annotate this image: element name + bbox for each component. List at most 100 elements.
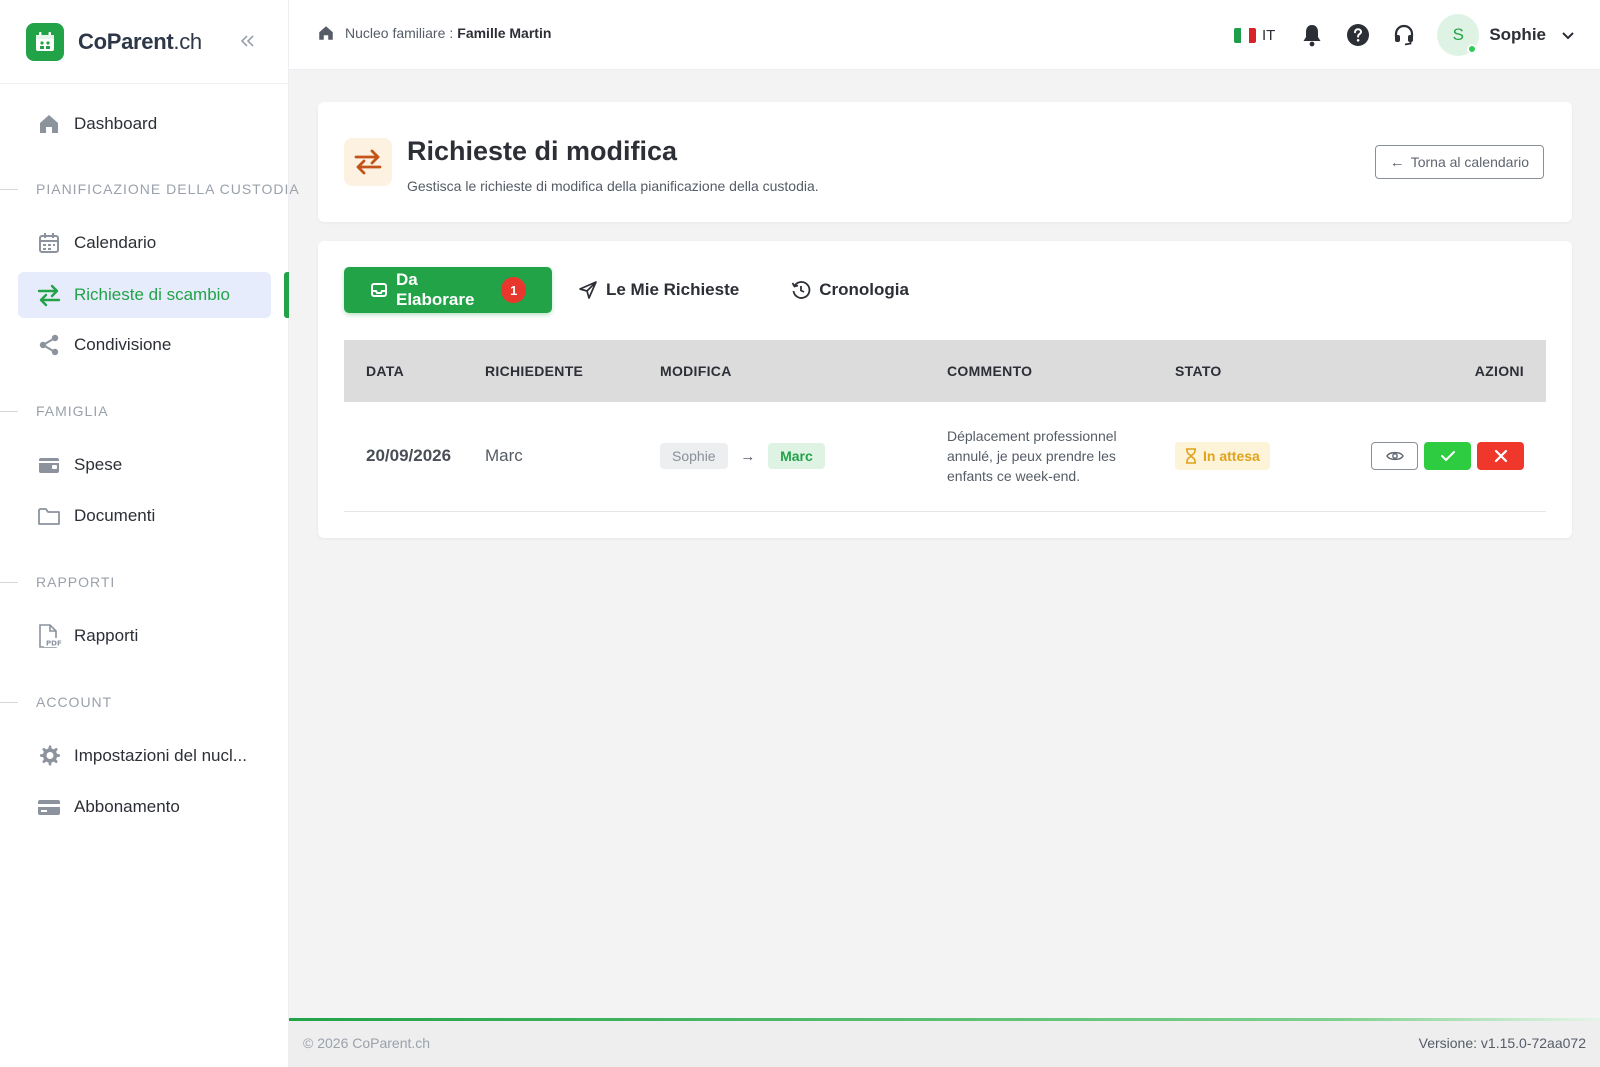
sidebar-item-label: Rapporti	[74, 626, 139, 645]
col-commento[interactable]: COMMENTO	[947, 340, 1175, 402]
section-title-custody: PIANIFICAZIONE DELLA CUSTODIA	[36, 181, 300, 197]
tab-le-mie-richieste[interactable]: Le Mie Richieste	[552, 267, 765, 313]
col-richiedente[interactable]: RICHIEDENTE	[485, 340, 660, 402]
breadcrumb-family: Famille Martin	[457, 25, 552, 41]
active-indicator	[284, 272, 289, 318]
page-title: Richieste di modifica	[407, 136, 678, 166]
breadcrumb: Nucleo familiare : Famille Martin	[317, 24, 551, 42]
paper-plane-icon	[578, 280, 598, 300]
status-label: In attesa	[1203, 448, 1260, 465]
page-header-card: Richieste di modifica Gestisca le richie…	[318, 102, 1572, 222]
svg-text:PDF: PDF	[46, 640, 62, 648]
language-selector[interactable]: IT	[1233, 26, 1276, 44]
chevron-down-icon[interactable]	[1560, 27, 1576, 43]
to-parent-chip: Marc	[768, 443, 825, 470]
pdf-file-icon: PDF	[36, 623, 62, 649]
online-status-dot	[1467, 44, 1478, 54]
sidebar-item-rapporti[interactable]: PDF Rapporti	[18, 613, 271, 659]
gear-icon	[36, 743, 62, 769]
inbox-icon	[370, 281, 388, 299]
view-button[interactable]	[1371, 442, 1418, 471]
bell-icon[interactable]	[1299, 22, 1325, 48]
col-stato[interactable]: STATO	[1175, 340, 1347, 402]
sidebar-item-dashboard[interactable]: Dashboard	[18, 101, 271, 147]
back-to-calendar-button[interactable]: ← Torna al calendario	[1374, 145, 1544, 179]
avatar[interactable]: S	[1437, 14, 1480, 56]
check-icon	[1440, 449, 1456, 463]
swap-arrows-icon	[36, 282, 62, 308]
approve-button[interactable]	[1424, 442, 1471, 471]
credit-card-icon	[36, 794, 62, 820]
request-date: 20/09/2026	[366, 446, 452, 466]
sidebar-item-documenti[interactable]: Documenti	[18, 493, 271, 539]
arrow-left-icon: ←	[1389, 153, 1405, 171]
sidebar-item-abbonamento[interactable]: Abbonamento	[18, 784, 271, 830]
italy-flag-icon	[1233, 27, 1256, 43]
tab-cronologia[interactable]: Cronologia	[765, 267, 935, 313]
section-divider	[0, 189, 18, 190]
arrow-right-icon: →	[740, 448, 756, 466]
tabs: Da Elaborare 1 Le Mie Richieste Cronolog…	[344, 267, 935, 313]
section-divider	[0, 411, 18, 412]
request-requester: Marc	[485, 446, 523, 466]
calendar-icon	[36, 230, 62, 256]
sidebar-item-label: Abbonamento	[74, 797, 180, 816]
wallet-icon	[36, 452, 62, 478]
help-icon[interactable]	[1345, 22, 1371, 48]
topbar-actions: IT S Sophie	[1233, 14, 1576, 56]
sidebar-item-label: Impostazioni del nucl...	[74, 746, 247, 765]
request-status-cell: In attesa	[1175, 402, 1347, 511]
hourglass-icon	[1185, 448, 1197, 465]
table-row: 20/09/2026 Marc Sophie → Marc Déplacemen…	[344, 402, 1546, 511]
headset-support-icon[interactable]	[1391, 22, 1417, 48]
breadcrumb-separator: :	[449, 25, 454, 41]
sidebar-item-calendario[interactable]: Calendario	[18, 220, 271, 266]
sidebar-item-richieste-scambio[interactable]: Richieste di scambio	[18, 272, 271, 318]
footer: © 2026 CoParent.ch Versione: v1.15.0-72a…	[289, 1018, 1600, 1067]
home-icon[interactable]	[317, 24, 335, 42]
section-title-account: ACCOUNT	[36, 694, 113, 710]
table-header-row: DATA RICHIEDENTE MODIFICA COMMENTO STATO…	[344, 340, 1546, 402]
requests-card: Da Elaborare 1 Le Mie Richieste Cronolog…	[318, 241, 1572, 538]
col-modifica[interactable]: MODIFICA	[660, 340, 947, 402]
sidebar-item-label: Calendario	[74, 233, 157, 252]
requests-table: DATA RICHIEDENTE MODIFICA COMMENTO STATO…	[344, 340, 1546, 512]
history-icon	[791, 280, 811, 300]
user-name[interactable]: Sophie	[1489, 25, 1546, 45]
request-actions	[1347, 402, 1546, 511]
sidebar-item-condivisione[interactable]: Condivisione	[18, 322, 271, 368]
sidebar-item-label: Documenti	[74, 506, 156, 525]
collapse-sidebar-icon[interactable]	[236, 30, 258, 52]
home-icon	[36, 111, 62, 137]
swap-arrows-icon	[344, 138, 392, 186]
request-change: Sophie → Marc	[660, 402, 947, 511]
reject-button[interactable]	[1477, 442, 1524, 471]
close-icon	[1494, 449, 1508, 463]
from-parent-chip: Sophie	[660, 443, 728, 470]
request-comment: Déplacement professionnel annulé, je peu…	[947, 428, 1117, 485]
col-azioni: AZIONI	[1474, 363, 1524, 379]
count-badge: 1	[501, 277, 526, 303]
calendar-logo-icon	[26, 22, 64, 61]
status-badge: In attesa	[1175, 442, 1270, 471]
tab-da-elaborare[interactable]: Da Elaborare 1	[344, 267, 552, 313]
footer-accent-line	[289, 1018, 1600, 1021]
section-title-famiglia: FAMIGLIA	[36, 403, 109, 419]
tab-label: Da Elaborare	[396, 270, 475, 309]
sidebar: CoParent.ch Dashboard PIANIFICAZIONE DEL…	[0, 0, 299, 1067]
share-icon	[36, 332, 62, 358]
sidebar-item-impostazioni[interactable]: Impostazioni del nucl...	[18, 733, 271, 779]
sidebar-item-label: Richieste di scambio	[74, 285, 230, 304]
page-subtitle: Gestisca le richieste di modifica della …	[407, 178, 819, 194]
col-data[interactable]: DATA	[344, 340, 485, 402]
version-label: Versione: v1.15.0-72aa072	[1418, 1035, 1586, 1051]
section-divider	[0, 582, 18, 583]
avatar-initial: S	[1452, 25, 1464, 44]
sidebar-item-spese[interactable]: Spese	[18, 442, 271, 488]
section-title-rapporti: RAPPORTI	[36, 574, 116, 590]
folder-icon	[36, 503, 62, 529]
tab-label: Cronologia	[819, 280, 909, 299]
eye-icon	[1385, 450, 1404, 462]
language-code: IT	[1261, 26, 1276, 44]
sidebar-item-label: Spese	[74, 455, 123, 474]
